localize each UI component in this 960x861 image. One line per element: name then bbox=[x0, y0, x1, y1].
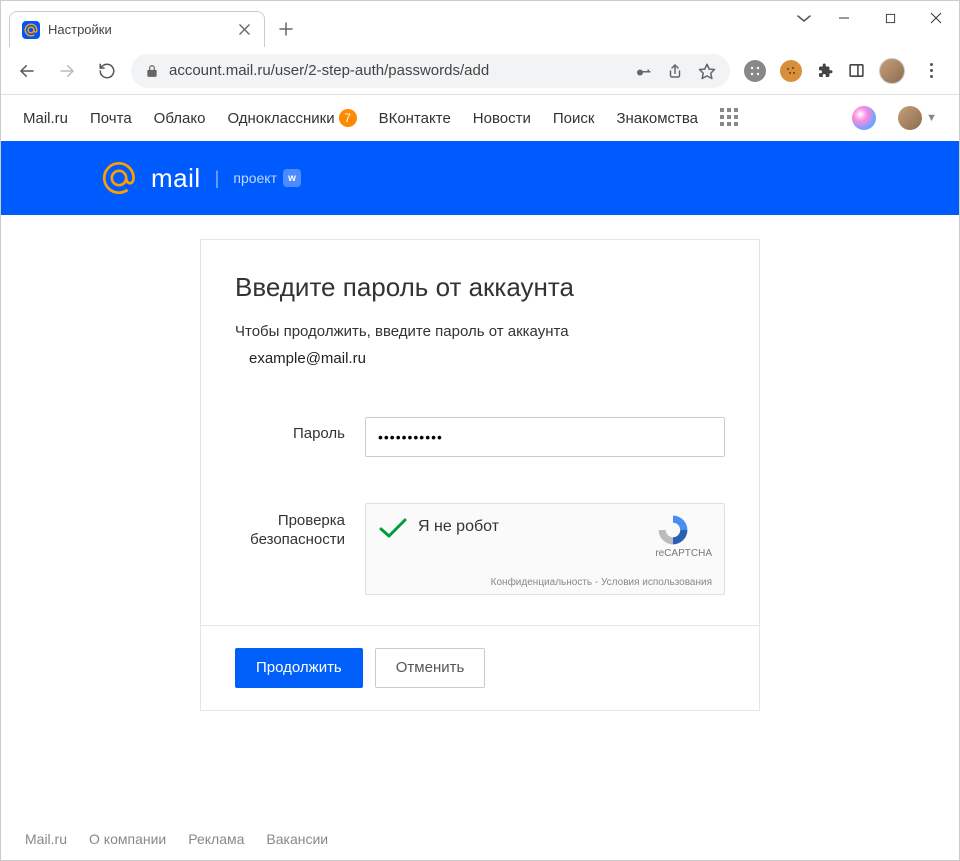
extension-cookie-icon[interactable] bbox=[780, 60, 802, 82]
brand-bar: mail | проект w bbox=[1, 141, 959, 215]
security-check-label: Проверкабезопасности bbox=[235, 503, 365, 550]
sitenav-odnoklassniki[interactable]: Одноклассники 7 bbox=[227, 109, 356, 127]
footer-link-jobs[interactable]: Вакансии bbox=[266, 831, 328, 847]
sitenav-mailru[interactable]: Mail.ru bbox=[23, 110, 68, 127]
tab-title: Настройки bbox=[48, 22, 228, 37]
ok-badge: 7 bbox=[339, 109, 357, 127]
account-menu[interactable]: ▼ bbox=[898, 106, 937, 130]
sitenav-cloud[interactable]: Облако bbox=[154, 110, 206, 127]
recaptcha-links[interactable]: Конфиденциальность - Условия использован… bbox=[491, 577, 712, 588]
forward-button bbox=[51, 55, 83, 87]
mail-favicon bbox=[22, 21, 40, 39]
page-title: Введите пароль от аккаунта bbox=[235, 272, 725, 303]
extensions-puzzle-icon[interactable] bbox=[816, 62, 834, 80]
back-button[interactable] bbox=[11, 55, 43, 87]
password-card: Введите пароль от аккаунта Чтобы продолж… bbox=[200, 239, 760, 711]
footer-link-about[interactable]: О компании bbox=[89, 831, 166, 847]
recaptcha-text: Я не робот bbox=[418, 518, 499, 536]
star-icon[interactable] bbox=[698, 62, 716, 80]
close-tab-icon[interactable] bbox=[236, 22, 252, 38]
brand-project: проект w bbox=[233, 169, 301, 187]
share-icon[interactable] bbox=[666, 62, 684, 80]
password-label: Пароль bbox=[235, 417, 365, 442]
side-panel-icon[interactable] bbox=[848, 62, 865, 79]
reload-button[interactable] bbox=[91, 55, 123, 87]
extension-circle-icon[interactable] bbox=[744, 60, 766, 82]
new-tab-button[interactable] bbox=[271, 14, 301, 44]
close-window-button[interactable] bbox=[913, 1, 959, 35]
theme-circle-icon[interactable] bbox=[852, 106, 876, 130]
sitenav-vk[interactable]: ВКонтакте bbox=[379, 110, 451, 127]
mini-avatar bbox=[898, 106, 922, 130]
recaptcha-checkmark-icon bbox=[378, 516, 408, 540]
mail-at-logo bbox=[101, 160, 137, 196]
caret-down-icon: ▼ bbox=[926, 112, 937, 124]
brand-divider: | bbox=[215, 168, 220, 189]
lock-icon bbox=[145, 64, 159, 78]
footer-link-ads[interactable]: Реклама bbox=[188, 831, 244, 847]
sitenav-label: Одноклассники bbox=[227, 110, 334, 127]
page-subtitle: Чтобы продолжить, введите пароль от акка… bbox=[235, 321, 725, 344]
sitenav-search[interactable]: Поиск bbox=[553, 110, 595, 127]
footer-link-mailru[interactable]: Mail.ru bbox=[25, 831, 67, 847]
address-bar[interactable]: account.mail.ru/user/2-step-auth/passwor… bbox=[131, 54, 730, 88]
brand-word: mail bbox=[151, 163, 201, 194]
sitenav-news[interactable]: Новости bbox=[473, 110, 531, 127]
recaptcha-brand: reCAPTCHA bbox=[655, 548, 712, 559]
apps-grid-icon[interactable] bbox=[720, 108, 740, 128]
tab-search-chevron-icon[interactable] bbox=[787, 1, 821, 35]
recaptcha-logo-icon bbox=[655, 512, 691, 548]
profile-avatar[interactable] bbox=[879, 58, 905, 84]
password-input[interactable] bbox=[365, 417, 725, 457]
key-icon[interactable] bbox=[634, 62, 652, 80]
maximize-button[interactable] bbox=[867, 1, 913, 35]
minimize-button[interactable] bbox=[821, 1, 867, 35]
account-email: example@mail.ru bbox=[235, 350, 725, 367]
vk-badge-icon: w bbox=[283, 169, 301, 187]
sitenav-dating[interactable]: Знакомства bbox=[616, 110, 698, 127]
continue-button[interactable]: Продолжить bbox=[235, 648, 363, 688]
recaptcha-widget[interactable]: Я не робот reCAPTCHA Конфиденциальность … bbox=[365, 503, 725, 595]
browser-menu-button[interactable] bbox=[919, 59, 943, 83]
browser-tab[interactable]: Настройки bbox=[9, 11, 265, 47]
cancel-button[interactable]: Отменить bbox=[375, 648, 486, 688]
sitenav-mail[interactable]: Почта bbox=[90, 110, 132, 127]
url-text: account.mail.ru/user/2-step-auth/passwor… bbox=[169, 62, 624, 79]
